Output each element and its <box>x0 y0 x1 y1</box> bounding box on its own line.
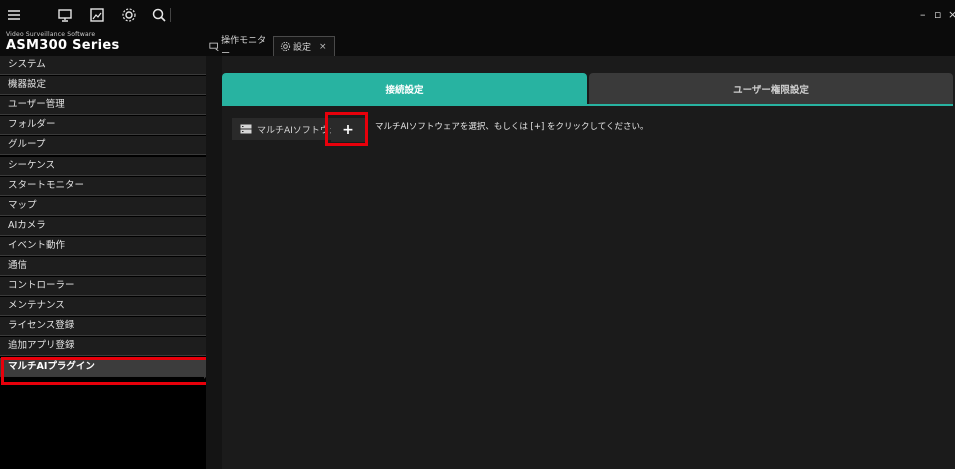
gear-icon[interactable] <box>120 6 138 24</box>
sidebar-item[interactable]: 追加アプリ登録 <box>0 337 206 357</box>
sidebar-item[interactable]: スタートモニター <box>0 176 206 196</box>
sidebar-item[interactable]: コントローラー <box>0 277 206 297</box>
monitor-icon[interactable] <box>56 6 74 24</box>
gear-icon <box>280 41 291 52</box>
app-title: ASM300 Series <box>6 38 120 53</box>
image-icon[interactable] <box>88 6 106 24</box>
tab-settings[interactable]: 設定 × <box>273 36 335 56</box>
sidebar-item[interactable]: AIカメラ <box>0 216 206 236</box>
sidebar-highlight-box <box>1 357 237 385</box>
brand-bar <box>0 30 955 57</box>
maximize-button[interactable]: ▫ <box>934 8 941 21</box>
tab-operation-monitor[interactable]: 操作モニター <box>207 36 271 59</box>
instruction-text: マルチAIソフトウェアを選択、もしくは [+] をクリックしてください。 <box>375 122 649 132</box>
tab-label: 設定 <box>293 43 312 53</box>
content-left-strip <box>206 56 222 469</box>
sidebar-item[interactable]: フォルダー <box>0 116 206 136</box>
toolbar-separator <box>170 8 171 22</box>
app-subtitle: Video Surveillance Software <box>6 31 96 38</box>
minimize-button[interactable]: – <box>920 8 926 21</box>
sidebar-item[interactable]: ライセンス登録 <box>0 317 206 337</box>
sidebar-item[interactable]: システム <box>0 56 206 75</box>
add-button-highlight-box <box>325 112 368 146</box>
tab-close-button[interactable]: × <box>319 42 327 52</box>
server-icon <box>240 124 252 134</box>
sidebar-item[interactable]: 通信 <box>0 257 206 276</box>
sidebar-item[interactable]: イベント動作 <box>0 236 206 256</box>
tab-connection-settings[interactable]: 接続設定 <box>222 73 587 105</box>
top-toolbar <box>0 0 955 30</box>
sidebar-item[interactable]: グループ <box>0 136 206 156</box>
sidebar-item[interactable]: メンテナンス <box>0 297 206 317</box>
tab-user-permission-settings[interactable]: ユーザー権限設定 <box>589 73 953 105</box>
monitor-icon <box>209 42 219 51</box>
sidebar-item[interactable]: 機器設定 <box>0 76 206 96</box>
sidebar-item[interactable]: シーケンス <box>0 156 206 176</box>
tab-underline <box>222 104 953 106</box>
sidebar-item[interactable]: ユーザー管理 <box>0 96 206 116</box>
search-icon[interactable] <box>150 6 168 24</box>
close-window-button[interactable]: × <box>948 8 955 21</box>
sidebar-item[interactable]: マップ <box>0 196 206 216</box>
menu-icon[interactable] <box>5 6 23 24</box>
